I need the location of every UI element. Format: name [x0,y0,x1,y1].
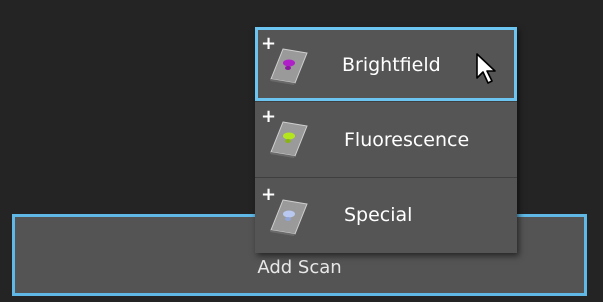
menu-item-label: Special [344,204,413,226]
brightfield-slide-icon [270,48,308,85]
add-scan-label: Add Scan [257,257,342,278]
menu-item-fluorescence[interactable]: + Fluorescence [255,102,517,176]
menu-item-special[interactable]: + Special [255,178,517,252]
menu-item-label: Fluorescence [344,129,470,151]
mouse-cursor-icon [476,53,496,84]
special-slide-icon [270,199,308,236]
menu-item-label: Brightfield [342,54,441,76]
fluorescence-slide-icon [270,121,308,158]
